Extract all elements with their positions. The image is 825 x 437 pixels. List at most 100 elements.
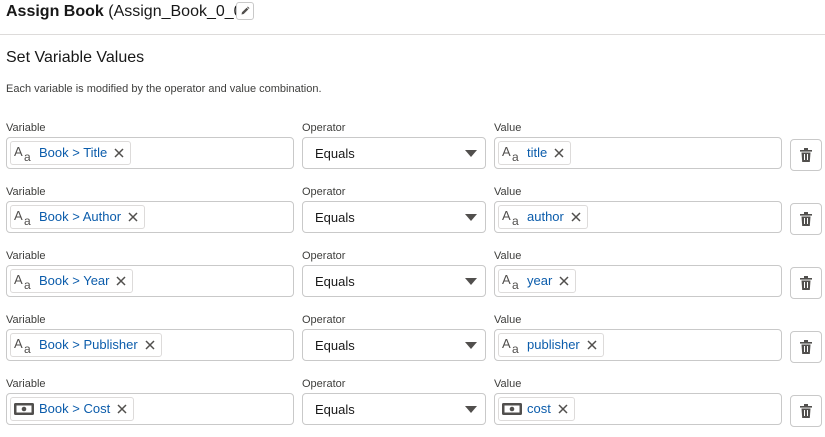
variable-field[interactable]: Aa Book > Publisher xyxy=(6,329,294,361)
svg-text:A: A xyxy=(14,144,23,159)
svg-text:A: A xyxy=(502,208,511,223)
assignment-row: Variable Operator Value Aa Book > Publis… xyxy=(0,313,825,373)
variable-label: Variable xyxy=(6,186,46,198)
operator-select[interactable]: Equals xyxy=(302,137,486,169)
element-title: Assign Book (Assign_Book_0_0) xyxy=(6,2,248,22)
variable-pill[interactable]: Aa Book > Author xyxy=(10,205,146,229)
clear-icon[interactable] xyxy=(115,402,129,416)
operator-select[interactable]: Equals xyxy=(302,265,486,297)
value-pill[interactable]: cost xyxy=(498,397,575,421)
svg-text:A: A xyxy=(502,272,511,287)
text-icon: Aa xyxy=(14,335,34,355)
variable-field[interactable]: Aa Book > Author xyxy=(6,201,294,233)
clear-icon[interactable] xyxy=(557,274,571,288)
operator-value: Equals xyxy=(315,274,355,289)
edit-button[interactable] xyxy=(236,2,254,20)
clear-icon[interactable] xyxy=(114,274,128,288)
delete-row-button[interactable] xyxy=(790,331,822,363)
operator-value: Equals xyxy=(315,146,355,161)
text-icon: Aa xyxy=(502,207,522,227)
variable-pill[interactable]: Aa Book > Publisher xyxy=(10,333,162,357)
value-field[interactable]: Aa title xyxy=(494,137,782,169)
assignment-row: Variable Operator Value Aa Book > Title … xyxy=(0,121,825,181)
delete-row-button[interactable] xyxy=(790,395,822,427)
text-icon: Aa xyxy=(502,271,522,291)
clear-icon[interactable] xyxy=(569,210,583,224)
value-text: title xyxy=(527,145,548,160)
trash-icon xyxy=(800,148,812,162)
clear-icon[interactable] xyxy=(126,210,140,224)
svg-text:A: A xyxy=(502,336,511,351)
svg-text:A: A xyxy=(14,272,23,287)
svg-text:a: a xyxy=(24,278,31,290)
svg-text:a: a xyxy=(24,342,31,354)
value-text: author xyxy=(527,209,564,224)
operator-label: Operator xyxy=(302,186,346,198)
value-pill[interactable]: Aa year xyxy=(498,269,577,293)
chevron-down-icon xyxy=(465,214,477,221)
variable-pill[interactable]: Aa Book > Year xyxy=(10,269,134,293)
value-pill[interactable]: Aa publisher xyxy=(498,333,604,357)
value-field[interactable]: Aa author xyxy=(494,201,782,233)
svg-text:A: A xyxy=(14,336,23,351)
clear-icon[interactable] xyxy=(112,146,126,160)
section-title: Set Variable Values xyxy=(6,49,145,66)
variable-text: Book > Year xyxy=(39,273,110,288)
operator-label: Operator xyxy=(302,314,346,326)
text-icon: Aa xyxy=(502,143,522,163)
operator-select[interactable]: Equals xyxy=(302,393,486,425)
operator-value: Equals xyxy=(315,338,355,353)
operator-value: Equals xyxy=(315,402,355,417)
variable-pill[interactable]: Book > Cost xyxy=(10,397,135,421)
value-pill[interactable]: Aa author xyxy=(498,205,588,229)
clear-icon[interactable] xyxy=(585,338,599,352)
text-icon: Aa xyxy=(502,335,522,355)
assignment-row: Variable Operator Value Book > Cost Equa… xyxy=(0,377,825,437)
svg-text:a: a xyxy=(512,342,519,354)
value-field[interactable]: Aa publisher xyxy=(494,329,782,361)
value-field[interactable]: cost xyxy=(494,393,782,425)
pencil-icon xyxy=(241,6,250,15)
clear-icon[interactable] xyxy=(143,338,157,352)
element-api-name: (Assign_Book_0_0) xyxy=(108,3,248,20)
operator-label: Operator xyxy=(302,122,346,134)
variable-text: Book > Title xyxy=(39,145,108,160)
chevron-down-icon xyxy=(465,278,477,285)
svg-text:A: A xyxy=(14,208,23,223)
variable-field[interactable]: Aa Book > Title xyxy=(6,137,294,169)
svg-text:a: a xyxy=(512,214,519,226)
chevron-down-icon xyxy=(465,342,477,349)
value-field[interactable]: Aa year xyxy=(494,265,782,297)
clear-icon[interactable] xyxy=(552,146,566,160)
operator-select[interactable]: Equals xyxy=(302,201,486,233)
value-text: year xyxy=(527,273,553,288)
header: Assign Book (Assign_Book_0_0) xyxy=(0,0,825,35)
delete-row-button[interactable] xyxy=(790,139,822,171)
variable-pill[interactable]: Aa Book > Title xyxy=(10,141,132,165)
text-icon: Aa xyxy=(14,207,34,227)
element-label: Assign Book xyxy=(6,3,104,20)
delete-row-button[interactable] xyxy=(790,203,822,235)
section-description: Each variable is modified by the operato… xyxy=(6,83,322,95)
value-pill[interactable]: Aa title xyxy=(498,141,572,165)
trash-icon xyxy=(800,276,812,290)
variable-label: Variable xyxy=(6,378,46,390)
variable-text: Book > Publisher xyxy=(39,337,138,352)
clear-icon[interactable] xyxy=(556,402,570,416)
chevron-down-icon xyxy=(465,406,477,413)
value-label: Value xyxy=(494,378,522,390)
variable-field[interactable]: Book > Cost xyxy=(6,393,294,425)
trash-icon xyxy=(800,404,812,418)
value-label: Value xyxy=(494,314,522,326)
assignment-row: Variable Operator Value Aa Book > Year E… xyxy=(0,249,825,309)
operator-select[interactable]: Equals xyxy=(302,329,486,361)
svg-text:a: a xyxy=(24,214,31,226)
operator-label: Operator xyxy=(302,378,346,390)
value-label: Value xyxy=(494,122,522,134)
svg-text:a: a xyxy=(512,278,519,290)
variable-label: Variable xyxy=(6,314,46,326)
assignment-row: Variable Operator Value Aa Book > Author… xyxy=(0,185,825,245)
delete-row-button[interactable] xyxy=(790,267,822,299)
variable-field[interactable]: Aa Book > Year xyxy=(6,265,294,297)
variable-text: Book > Cost xyxy=(39,401,111,416)
